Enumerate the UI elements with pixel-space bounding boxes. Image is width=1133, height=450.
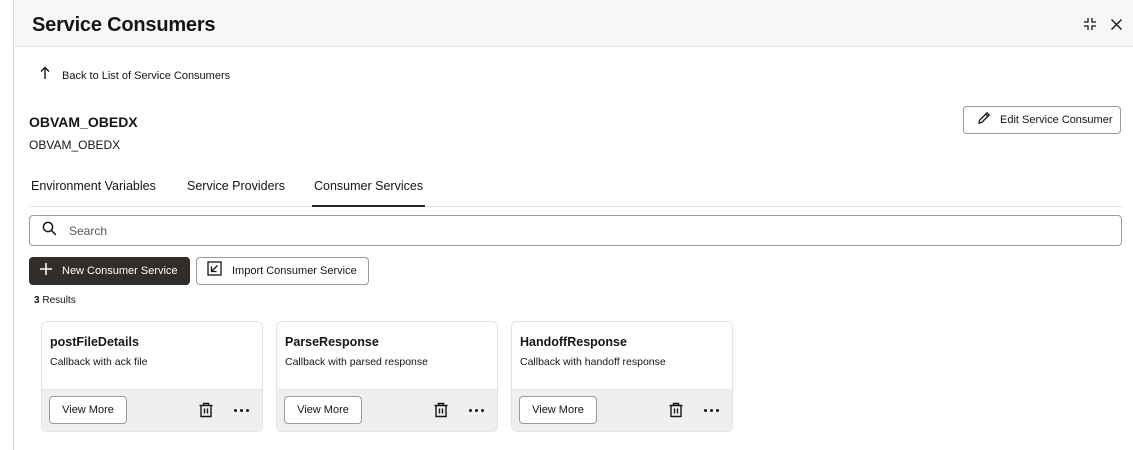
consumer-service-card: postFileDetails Callback with ack file V… bbox=[41, 321, 263, 432]
consumer-service-card: HandoffResponse Callback with handoff re… bbox=[511, 321, 733, 432]
import-icon bbox=[207, 261, 222, 281]
more-options-icon[interactable] bbox=[700, 401, 722, 419]
arrow-up-icon bbox=[40, 66, 50, 85]
search-input[interactable] bbox=[69, 223, 969, 238]
left-divider bbox=[13, 0, 14, 450]
plus-icon bbox=[39, 262, 53, 281]
back-to-list-link[interactable]: Back to List of Service Consumers bbox=[40, 66, 230, 85]
close-icon[interactable] bbox=[1107, 15, 1125, 33]
back-link-label: Back to List of Service Consumers bbox=[62, 69, 231, 82]
results-label: Results bbox=[42, 295, 76, 306]
view-more-button[interactable]: View More bbox=[519, 396, 597, 424]
new-button-label: New Consumer Service bbox=[62, 265, 178, 277]
results-count: 3 Results bbox=[34, 295, 76, 306]
edit-service-consumer-button[interactable]: Edit Service Consumer bbox=[963, 106, 1121, 134]
view-more-button[interactable]: View More bbox=[284, 396, 362, 424]
header-actions bbox=[1081, 15, 1125, 33]
card-description: Callback with parsed response bbox=[285, 356, 428, 368]
card-description: Callback with ack file bbox=[50, 356, 148, 368]
card-title: ParseResponse bbox=[285, 335, 379, 349]
card-footer: View More bbox=[512, 389, 732, 431]
tab-service-providers[interactable]: Service Providers bbox=[187, 179, 285, 207]
consumer-name: OBVAM_OBEDX bbox=[29, 114, 138, 130]
pencil-icon bbox=[977, 111, 991, 130]
results-number: 3 bbox=[34, 295, 40, 306]
tab-bar: Environment Variables Service Providers … bbox=[29, 179, 1122, 207]
import-button-label: Import Consumer Service bbox=[232, 265, 357, 277]
trash-icon[interactable] bbox=[432, 401, 450, 419]
import-consumer-service-button[interactable]: Import Consumer Service bbox=[196, 257, 369, 285]
edit-button-label: Edit Service Consumer bbox=[1000, 114, 1113, 126]
more-options-icon[interactable] bbox=[465, 401, 487, 419]
tab-consumer-services[interactable]: Consumer Services bbox=[311, 179, 426, 207]
minimize-icon[interactable] bbox=[1081, 15, 1099, 33]
search-box bbox=[29, 215, 1122, 246]
trash-icon[interactable] bbox=[667, 401, 685, 419]
search-icon bbox=[42, 221, 57, 241]
consumer-subtitle: OBVAM_OBEDX bbox=[29, 138, 121, 152]
card-footer: View More bbox=[42, 389, 262, 431]
more-options-icon[interactable] bbox=[230, 401, 252, 419]
new-consumer-service-button[interactable]: New Consumer Service bbox=[29, 257, 190, 285]
card-footer: View More bbox=[277, 389, 497, 431]
tab-environment-variables[interactable]: Environment Variables bbox=[31, 179, 156, 207]
card-title: HandoffResponse bbox=[520, 335, 627, 349]
card-description: Callback with handoff response bbox=[520, 356, 666, 368]
page-header: Service Consumers bbox=[14, 0, 1133, 47]
page-title: Service Consumers bbox=[32, 14, 216, 36]
consumer-service-card: ParseResponse Callback with parsed respo… bbox=[276, 321, 498, 432]
view-more-button[interactable]: View More bbox=[49, 396, 127, 424]
trash-icon[interactable] bbox=[197, 401, 215, 419]
card-title: postFileDetails bbox=[50, 335, 139, 349]
